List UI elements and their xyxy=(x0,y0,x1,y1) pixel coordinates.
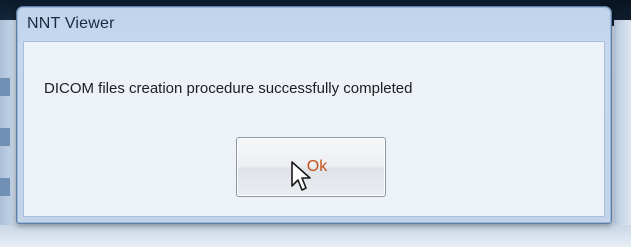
background-left-marker xyxy=(0,78,10,96)
background-left-panel xyxy=(0,20,14,247)
dialog-content: DICOM files creation procedure successfu… xyxy=(23,41,605,217)
background-left-marker xyxy=(0,178,10,196)
dialog-message: DICOM files creation procedure successfu… xyxy=(44,80,413,97)
message-dialog: NNT Viewer DICOM files creation procedur… xyxy=(16,6,612,224)
background-left-marker xyxy=(0,128,10,146)
mouse-pointer-icon xyxy=(291,161,311,191)
background-right-panel xyxy=(614,20,631,247)
background-bottom-panel xyxy=(0,225,631,247)
dialog-title: NNT Viewer xyxy=(27,15,115,32)
dialog-title-bar[interactable]: NNT Viewer xyxy=(21,9,607,39)
